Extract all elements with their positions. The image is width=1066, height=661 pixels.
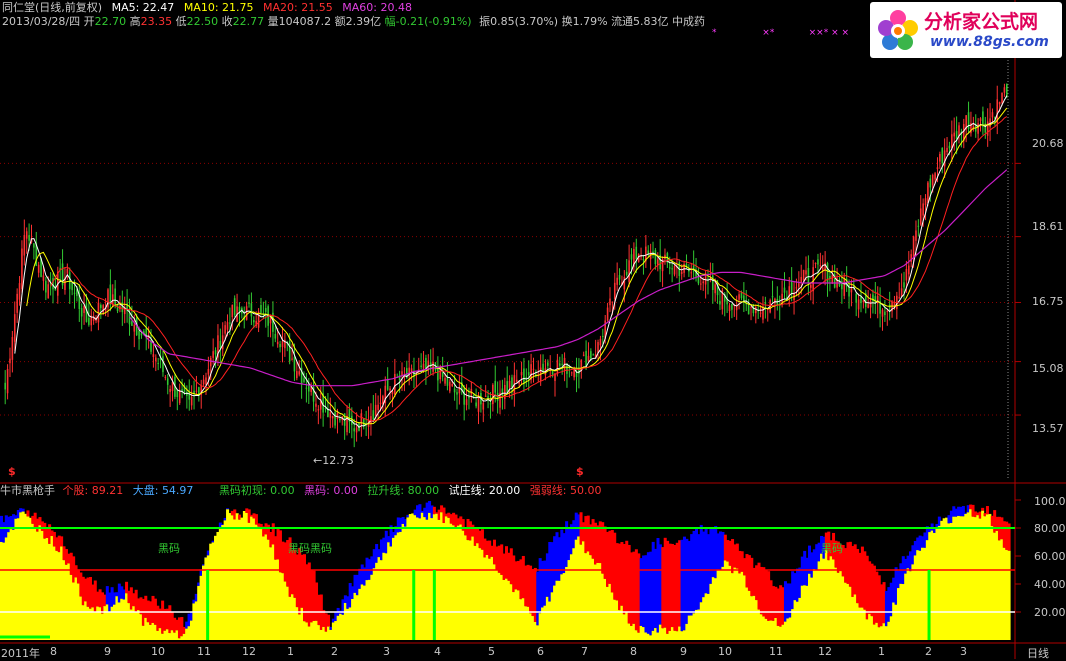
heima-label: 黑码:	[304, 484, 330, 497]
market-strength-bar	[226, 508, 229, 509]
heima-mark: 黑码	[158, 542, 180, 555]
market-strength-bar	[22, 509, 25, 512]
indicator-tick: 60.00	[1034, 550, 1066, 563]
change-value: 幅-0.21(-0.91%)	[385, 15, 472, 28]
amount-value: 额2.39亿	[335, 15, 382, 28]
date-tick: 3	[960, 645, 967, 658]
quote-header: 2013/03/28/四 开22.70 高23.35 低22.50 收22.77…	[2, 15, 705, 28]
market-strength-label: 大盘:	[133, 484, 159, 497]
quote-date: 2013/03/28/四	[2, 15, 80, 28]
indicator-name: 牛市黑枪手	[0, 484, 55, 497]
weak-line-label: 强弱线:	[530, 484, 567, 497]
low-price-marker: ←12.73	[313, 454, 354, 467]
heima-mark: 黑码	[288, 542, 310, 555]
logo-title: 分析家公式网	[924, 7, 1038, 34]
chart-canvas[interactable]	[0, 0, 1066, 659]
date-tick: 3	[383, 645, 390, 658]
price-tick: 15.08	[1032, 362, 1064, 375]
date-tick: 5	[488, 645, 495, 658]
lift-line-value: 80.00	[408, 484, 440, 497]
turnover-value: 换1.79%	[562, 15, 608, 28]
stock-strength-label: 个股:	[63, 484, 89, 497]
heima-value: 0.00	[333, 484, 358, 497]
ma60-line	[130, 170, 1007, 386]
indicator-tick: 40.00	[1034, 578, 1066, 591]
heima-first-value: 0.00	[270, 484, 295, 497]
date-tick: 9	[680, 645, 687, 658]
ma60-label: MA60: 20.48	[342, 1, 412, 14]
stock-strength-bar	[1008, 551, 1011, 640]
open-value: 22.70	[95, 15, 127, 28]
ma20-label: MA20: 21.55	[263, 1, 333, 14]
high-label: 高	[130, 15, 141, 28]
date-tick: 2	[331, 645, 338, 658]
lift-line-label: 拉升线:	[367, 484, 404, 497]
heima-signal-bar	[928, 570, 931, 640]
industry-value: 中成药	[672, 15, 705, 28]
date-tick: 7	[581, 645, 588, 658]
date-tick: 11	[769, 645, 783, 658]
date-tick: 12	[242, 645, 256, 658]
close-value: 22.77	[233, 15, 265, 28]
date-tick: 8	[630, 645, 637, 658]
weak-line-value: 50.00	[570, 484, 602, 497]
site-logo: 分析家公式网 www.88gs.com	[870, 2, 1062, 58]
indicator-tick: 80.00	[1034, 522, 1066, 535]
low-label: 低	[176, 15, 187, 28]
indicator-header: 牛市黑枪手 个股: 89.21 大盘: 54.97 黑码初现: 0.00 黑码:…	[0, 484, 602, 497]
date-tick: 8	[50, 645, 57, 658]
heima-mark: 黑码	[310, 542, 332, 555]
market-strength-bar	[26, 510, 29, 516]
ma5-label: MA5: 22.47	[112, 1, 175, 14]
stock-name: 同仁堂(日线,前复权)	[2, 1, 102, 14]
open-label: 开	[84, 15, 95, 28]
price-header: 同仁堂(日线,前复权) MA5: 22.47 MA10: 21.75 MA20:…	[2, 1, 412, 14]
market-strength-value: 54.97	[162, 484, 194, 497]
market-strength-bar	[986, 506, 989, 514]
volume-value: 量104087.2	[268, 15, 332, 28]
amplitude-value: 振0.85(3.70%)	[479, 15, 558, 28]
date-tick: 9	[104, 645, 111, 658]
date-tick: 2	[925, 645, 932, 658]
heima-signal-bar	[433, 570, 436, 640]
price-tick: 20.68	[1032, 137, 1064, 150]
market-strength-bar	[60, 536, 63, 546]
market-strength-bar	[981, 508, 984, 511]
dollar-marker: $	[576, 465, 584, 478]
date-tick: 4	[434, 645, 441, 658]
dollar-marker: $	[8, 465, 16, 478]
ma10-label: MA10: 21.75	[184, 1, 254, 14]
price-tick: 16.75	[1032, 295, 1064, 308]
date-tick: 1	[287, 645, 294, 658]
flower-logo-icon	[876, 8, 920, 52]
test-line-value: 20.00	[489, 484, 521, 497]
logo-url: www.88gs.com	[930, 34, 1049, 50]
heima-signal-bar	[412, 570, 415, 640]
low-price-value: 12.73	[322, 454, 354, 467]
heima-mark: 黑码	[821, 542, 843, 555]
float-cap-value: 流通5.83亿	[611, 15, 669, 28]
date-tick: 11	[197, 645, 211, 658]
heima-signal-bar	[206, 570, 209, 640]
indicator-tick: 100.0	[1034, 495, 1066, 508]
stock-chart-window: 同仁堂(日线,前复权) MA5: 22.47 MA10: 21.75 MA20:…	[0, 0, 1066, 659]
date-tick: 1	[878, 645, 885, 658]
market-strength-bar	[327, 615, 330, 627]
ma5-line	[15, 96, 1007, 428]
price-tick: 18.61	[1032, 220, 1064, 233]
date-tick: 10	[151, 645, 165, 658]
test-line-label: 试庄线:	[449, 484, 486, 497]
indicator-tick: 20.00	[1034, 606, 1066, 619]
date-tick: 12	[818, 645, 832, 658]
date-tick: 6	[537, 645, 544, 658]
market-strength-bar	[255, 514, 258, 525]
heima-first-label: 黑码初现:	[219, 484, 267, 497]
date-tick: 10	[718, 645, 732, 658]
close-label: 收	[222, 15, 233, 28]
stock-strength-value: 89.21	[92, 484, 124, 497]
low-value: 22.50	[187, 15, 219, 28]
price-tick: 13.57	[1032, 422, 1064, 435]
high-value: 23.35	[141, 15, 173, 28]
signal-marks: * ×* ××* × ×	[712, 28, 849, 38]
